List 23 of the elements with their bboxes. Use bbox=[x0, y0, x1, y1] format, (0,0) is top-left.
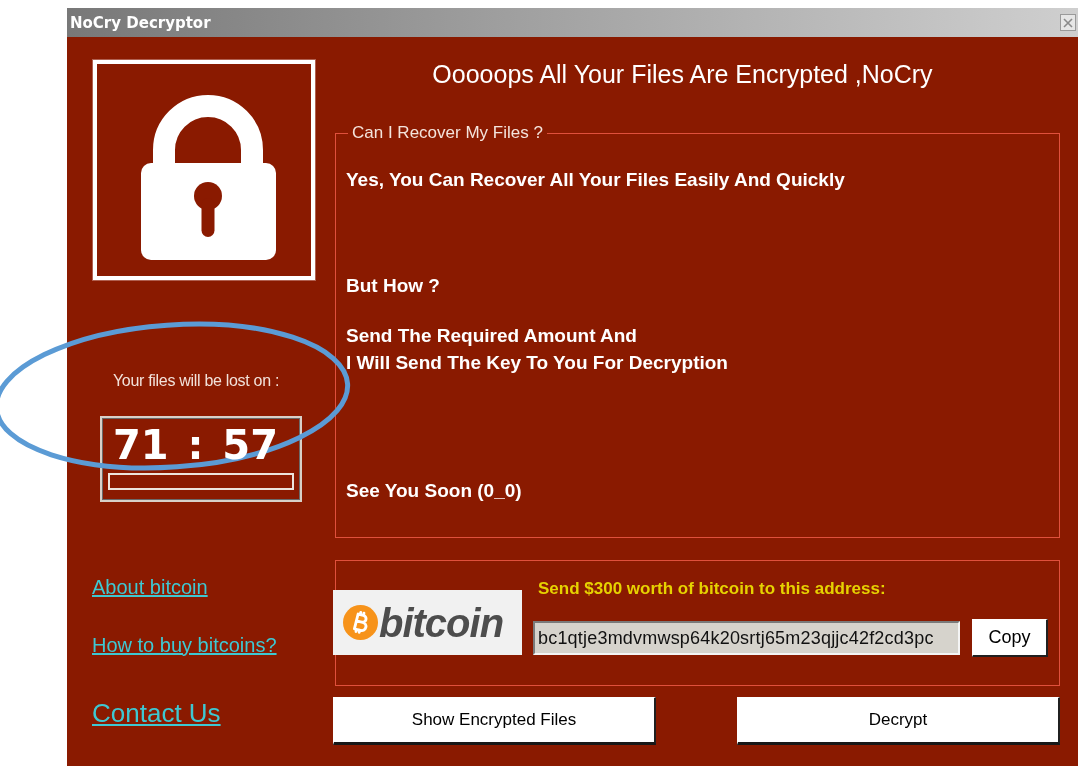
close-icon bbox=[1063, 17, 1073, 28]
ransom-heading: Ooooops All Your Files Are Encrypted ,NoCry bbox=[431, 59, 934, 89]
action-button[interactable]: Decrypt bbox=[737, 697, 1060, 745]
logo-text: bitcoin bbox=[379, 599, 504, 646]
coin-icon bbox=[343, 605, 378, 640]
countdown-label: Your files will be lost on : bbox=[111, 371, 281, 391]
message-text: See You Soon (0_0) bbox=[346, 479, 522, 503]
address-field[interactable]: bc1qtje3mdvmwsp64k20srtj65m23qjjc42f2cd3pc bbox=[533, 621, 960, 655]
message-text: Send The Required Amount And I Will Send The Key To You For Decryption bbox=[346, 324, 728, 375]
padlock-icon bbox=[140, 95, 276, 260]
text-link[interactable]: Contact Us bbox=[92, 698, 221, 728]
payment-instruction: Send $300 worth of bitcoin to this address: bbox=[538, 579, 886, 599]
countdown-separator: : bbox=[187, 423, 204, 467]
message-text: But How ? bbox=[346, 274, 440, 298]
message-text: Yes, You Can Recover All Your Files Easily And Quickly bbox=[346, 168, 845, 192]
group-legend: Can I Recover My Files ? bbox=[348, 123, 547, 143]
action-button[interactable]: Show Encrypted Files bbox=[333, 697, 656, 745]
text-link[interactable]: How to buy bitcoins? bbox=[92, 633, 277, 657]
copy-button[interactable]: Copy bbox=[972, 619, 1048, 657]
close-button[interactable] bbox=[1060, 14, 1076, 31]
countdown-hours: 71 bbox=[113, 423, 169, 467]
text-link[interactable]: About bitcoin bbox=[92, 575, 208, 599]
window-title: NoCry Decryptor bbox=[70, 13, 211, 32]
